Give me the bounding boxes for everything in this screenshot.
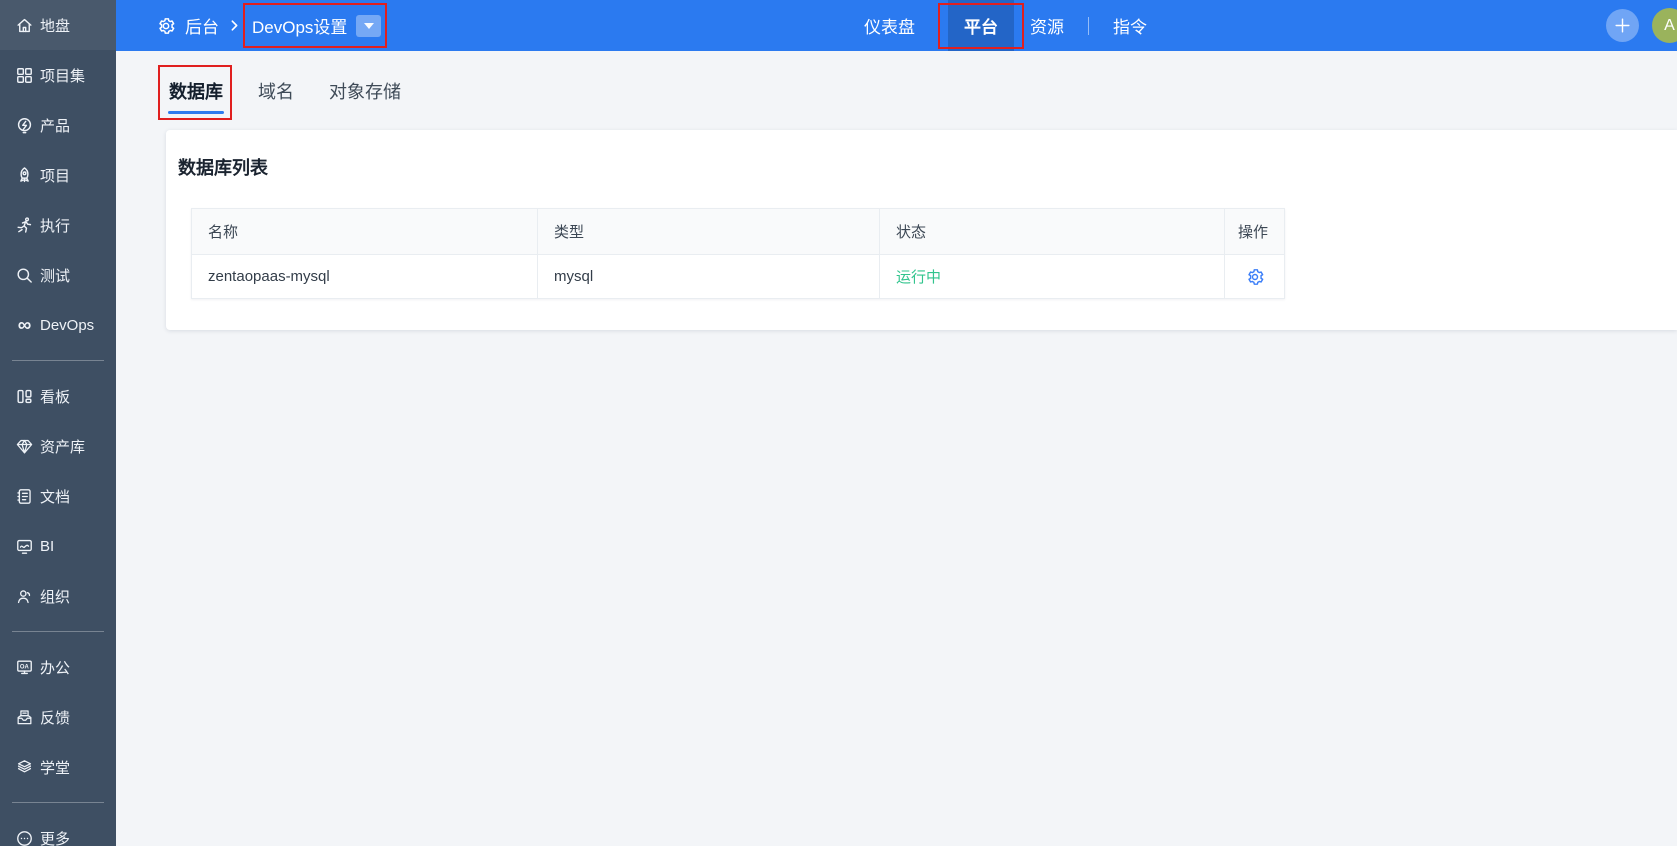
project-icon	[15, 166, 34, 185]
sidebar-item-org[interactable]: 组织	[0, 571, 116, 621]
sidebar-divider	[12, 631, 104, 632]
product-icon	[15, 116, 34, 135]
sidebar-item-test[interactable]: 测试	[0, 250, 116, 300]
row-settings-icon[interactable]	[1245, 267, 1265, 287]
avatar[interactable]: A	[1652, 8, 1677, 43]
sidebar-item-program[interactable]: 项目集	[0, 50, 116, 100]
db-name-cell: zentaopaas-mysql	[191, 254, 538, 299]
top-nav: 仪表盘 平台 资源 指令	[848, 0, 1163, 51]
db-type-cell: mysql	[537, 254, 880, 299]
svg-text:OA: OA	[20, 664, 30, 670]
sidebar-item-feedback[interactable]: 反馈	[0, 692, 116, 742]
sidebar-item-label: 反馈	[40, 709, 71, 727]
sidebar-item-label: 资产库	[40, 438, 86, 456]
database-list-card: 数据库列表 名称 类型 状态 操作 zentaopaas-mysql mysql…	[166, 130, 1677, 330]
tab-label: 数据库	[169, 82, 223, 102]
sidebar-divider	[12, 802, 104, 803]
sidebar-item-learn[interactable]: 学堂	[0, 742, 116, 792]
caret-down-icon	[363, 22, 374, 29]
topbar-right-group: A	[1606, 0, 1677, 51]
column-header-type: 类型	[537, 208, 880, 255]
tab-domain[interactable]: 域名	[257, 78, 295, 114]
table-row: zentaopaas-mysql mysql 运行中	[191, 254, 1285, 299]
main-content: 数据库 域名 对象存储 数据库列表 名称 类型 状态 操作 zentaopaas…	[116, 51, 1677, 846]
sidebar-item-bi[interactable]: BI	[0, 521, 116, 571]
tabs-bar: 数据库 域名 对象存储	[116, 51, 1677, 120]
sidebar-divider	[12, 360, 104, 361]
sidebar-item-label: 测试	[40, 267, 71, 285]
database-table-wrapper: 名称 类型 状态 操作 zentaopaas-mysql mysql 运行中	[191, 208, 1653, 299]
add-button[interactable]	[1606, 9, 1639, 42]
sidebar-item-label: 项目	[40, 167, 71, 185]
sidebar-item-devops[interactable]: ∞ DevOps	[0, 300, 116, 350]
breadcrumb-current-group: DevOps设置	[242, 3, 388, 48]
test-icon	[15, 266, 34, 285]
breadcrumb-admin[interactable]: 后台	[185, 13, 219, 38]
sidebar-item-label: 更多	[40, 830, 71, 846]
breadcrumb: 后台 DevOps设置	[156, 0, 388, 51]
sidebar-item-label: 组织	[40, 588, 71, 606]
breadcrumb-current[interactable]: DevOps设置	[252, 13, 347, 38]
sidebar-item-label: DevOps	[40, 316, 95, 334]
sidebar-item-label: 学堂	[40, 759, 71, 777]
active-tab-underline	[168, 111, 224, 114]
program-icon	[15, 66, 34, 85]
db-action-cell	[1224, 254, 1285, 299]
person-icon	[15, 587, 34, 606]
feedback-inbox-icon	[15, 708, 34, 727]
kanban-icon	[15, 387, 34, 406]
chevron-right-icon	[228, 19, 241, 32]
nav-divider	[939, 16, 940, 35]
nav-divider	[1088, 16, 1089, 35]
table-header-row: 名称 类型 状态 操作	[191, 208, 1285, 255]
sidebar-item-label: 执行	[40, 217, 71, 235]
execution-icon	[15, 216, 34, 235]
home-icon	[15, 16, 34, 35]
more-ellipsis-icon	[15, 829, 34, 846]
learn-layers-icon	[15, 758, 34, 777]
tab-database[interactable]: 数据库	[158, 65, 232, 120]
top-header: 后台 DevOps设置 仪表盘 平台 资源 指令 A	[116, 0, 1677, 51]
sidebar-item-label: 文档	[40, 488, 71, 506]
column-header-action: 操作	[1224, 208, 1285, 255]
sidebar-item-more[interactable]: 更多	[0, 813, 116, 846]
sidebar-item-kanban[interactable]: 看板	[0, 371, 116, 421]
devops-infinity-icon: ∞	[17, 314, 32, 336]
sidebar-item-project[interactable]: 项目	[0, 150, 116, 200]
nav-platform[interactable]: 平台	[938, 0, 1024, 51]
card-title: 数据库列表	[178, 158, 268, 178]
tab-object-storage[interactable]: 对象存储	[328, 78, 402, 114]
status-badge: 运行中	[879, 254, 1225, 299]
sidebar-item-label: 办公	[40, 659, 71, 677]
sidebar-item-office[interactable]: OA 办公	[0, 642, 116, 692]
nav-commands[interactable]: 指令	[1097, 0, 1163, 51]
database-table: 名称 类型 状态 操作 zentaopaas-mysql mysql 运行中	[191, 208, 1285, 299]
sidebar-item-label: 产品	[40, 117, 71, 135]
office-oa-icon: OA	[15, 658, 34, 677]
plus-icon	[1615, 18, 1630, 33]
nav-dashboard[interactable]: 仪表盘	[848, 0, 931, 51]
tab-label: 对象存储	[329, 82, 401, 102]
nav-resources[interactable]: 资源	[1014, 0, 1080, 51]
sidebar-item-execution[interactable]: 执行	[0, 200, 116, 250]
sidebar-item-assets[interactable]: 资产库	[0, 421, 116, 471]
sidebar-item-label: 项目集	[40, 67, 86, 85]
column-header-name: 名称	[191, 208, 538, 255]
admin-gear-icon	[156, 16, 176, 36]
sidebar-item-label: 看板	[40, 388, 71, 406]
sidebar: 地盘 项目集 产品 项目 执行 测试 ∞ DevOps 看板 资产库 文档 BI…	[0, 0, 116, 846]
breadcrumb-dropdown-button[interactable]	[356, 14, 382, 37]
sidebar-item-product[interactable]: 产品	[0, 100, 116, 150]
sidebar-item-label: BI	[40, 537, 55, 555]
bi-chart-icon	[15, 537, 34, 556]
column-header-status: 状态	[879, 208, 1225, 255]
sidebar-item-label: 地盘	[40, 17, 71, 35]
gem-icon	[15, 437, 34, 456]
sidebar-item-home[interactable]: 地盘	[0, 0, 116, 50]
document-icon	[15, 487, 34, 506]
tab-label: 域名	[258, 82, 294, 102]
sidebar-item-doc[interactable]: 文档	[0, 471, 116, 521]
